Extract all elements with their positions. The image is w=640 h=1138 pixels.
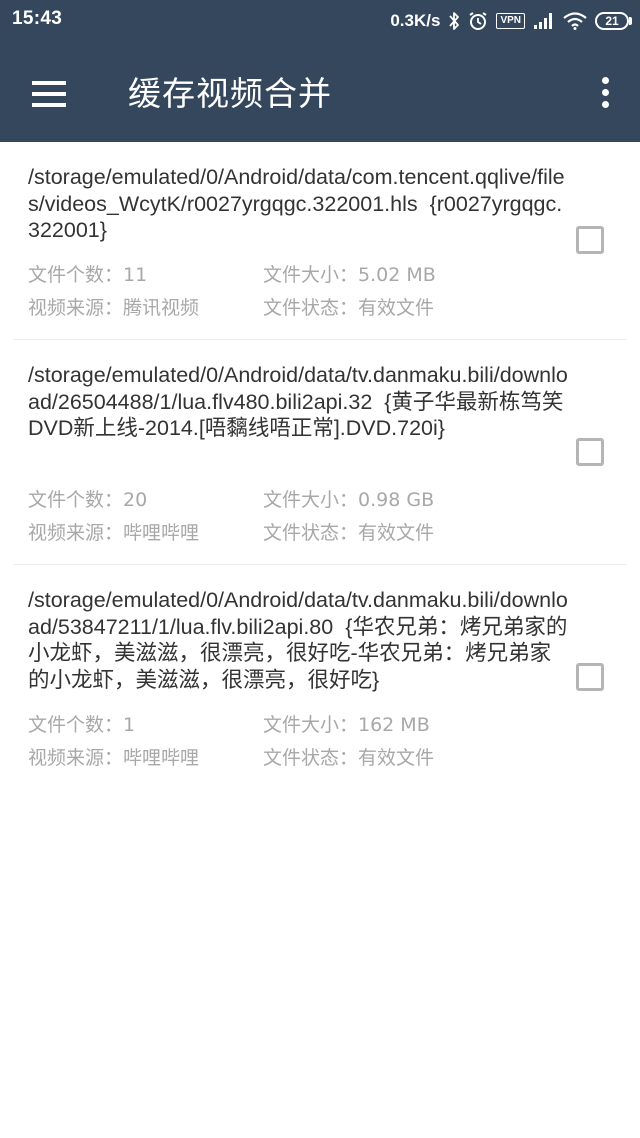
file-size: 文件大小：5.02 MB bbox=[263, 264, 436, 286]
toolbar: 缓存视频合并 bbox=[0, 42, 640, 142]
battery-tip bbox=[629, 17, 632, 25]
list-item[interactable]: /storage/emulated/0/Android/data/tv.danm… bbox=[14, 565, 626, 790]
item-checkbox[interactable] bbox=[576, 663, 604, 691]
status-icons: 0.3K/s VPN 21 bbox=[390, 7, 632, 35]
list-item[interactable]: /storage/emulated/0/Android/data/com.ten… bbox=[14, 142, 626, 340]
file-state: 文件状态：有效文件 bbox=[263, 747, 435, 769]
file-state: 文件状态：有效文件 bbox=[263, 297, 435, 319]
status-bar: 15:43 0.3K/s VPN 21 bbox=[0, 0, 640, 42]
hamburger-menu-icon[interactable] bbox=[22, 70, 78, 118]
wifi-icon bbox=[563, 12, 587, 30]
file-count: 文件个数：1 bbox=[28, 714, 136, 736]
item-meta: 文件个数：20 文件大小：0.98 GB 视频来源：哔哩哔哩 文件状态：有效文件 bbox=[28, 484, 568, 550]
item-checkbox[interactable] bbox=[576, 438, 604, 466]
file-count: 文件个数：11 bbox=[28, 264, 148, 286]
item-checkbox[interactable] bbox=[576, 226, 604, 254]
item-path: /storage/emulated/0/Android/data/tv.danm… bbox=[28, 362, 568, 442]
video-source: 视频来源：哔哩哔哩 bbox=[28, 747, 200, 769]
file-state: 文件状态：有效文件 bbox=[263, 522, 435, 544]
file-count: 文件个数：20 bbox=[28, 489, 148, 511]
item-path: /storage/emulated/0/Android/data/tv.danm… bbox=[28, 587, 568, 693]
vpn-badge: VPN bbox=[496, 13, 525, 29]
file-size: 文件大小：0.98 GB bbox=[263, 489, 435, 511]
item-path: /storage/emulated/0/Android/data/com.ten… bbox=[28, 164, 568, 244]
alarm-icon bbox=[469, 12, 487, 30]
page-title: 缓存视频合并 bbox=[128, 74, 332, 113]
app-header: 15:43 0.3K/s VPN 21 缓存视频合并 bbox=[0, 0, 640, 142]
more-vert-icon[interactable] bbox=[590, 70, 620, 114]
item-meta: 文件个数：1 文件大小：162 MB 视频来源：哔哩哔哩 文件状态：有效文件 bbox=[28, 709, 568, 775]
bluetooth-icon bbox=[449, 12, 460, 30]
signal-icon bbox=[534, 13, 552, 29]
item-meta: 文件个数：11 文件大小：5.02 MB 视频来源：腾讯视频 文件状态：有效文件 bbox=[28, 259, 568, 325]
battery-level: 21 bbox=[595, 12, 629, 30]
list-item[interactable]: /storage/emulated/0/Android/data/tv.danm… bbox=[14, 340, 626, 565]
network-speed: 0.3K/s bbox=[390, 11, 441, 30]
video-source: 视频来源：哔哩哔哩 bbox=[28, 522, 200, 544]
status-time: 15:43 bbox=[12, 8, 63, 29]
file-size: 文件大小：162 MB bbox=[263, 714, 430, 736]
battery-icon: 21 bbox=[595, 12, 632, 30]
video-source: 视频来源：腾讯视频 bbox=[28, 297, 200, 319]
